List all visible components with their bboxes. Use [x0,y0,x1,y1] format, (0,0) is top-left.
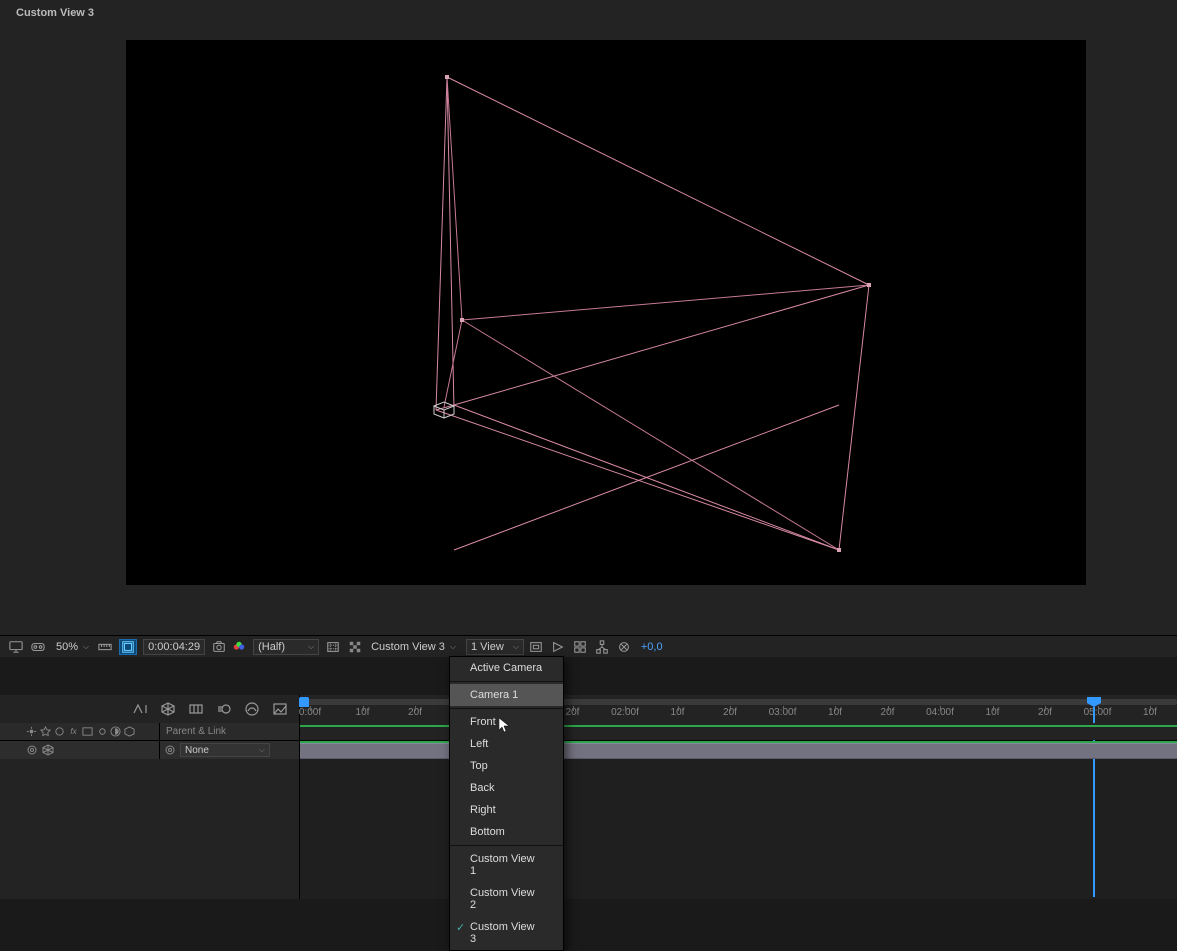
motion-blur-switch-icon[interactable] [96,726,107,737]
timeline-icon[interactable] [572,639,588,655]
parent-dropdown[interactable]: None⌵ [180,743,270,757]
parent-link-header: Parent & Link [160,723,300,740]
exposure-value[interactable]: +0,0 [638,641,666,653]
resolution-dropdown[interactable]: (Half)⌵ [253,639,319,655]
render-queue-icon[interactable] [271,700,289,718]
view-menu-item[interactable]: Left [450,733,563,755]
effects-switch-icon[interactable] [40,726,51,737]
3d-layer-icon[interactable] [42,744,54,756]
graph-editor-icon[interactable] [243,700,261,718]
view-menu-item[interactable]: Top [450,755,563,777]
3d-draft-icon[interactable] [159,700,177,718]
channels-icon[interactable] [231,639,247,655]
view-menu-item[interactable]: Back [450,777,563,799]
flowchart-icon[interactable] [594,639,610,655]
av-switch-icon[interactable] [26,726,37,737]
time-ruler[interactable]: 0:00f10f20f01:00f10f20f02:00f10f20f03:00… [300,695,1177,723]
shy-icon[interactable] [131,700,149,718]
pickwhip-icon[interactable] [26,744,38,756]
3d-view-popup-menu[interactable]: Active Camera Camera 1 FrontLeftTopBackRig… [449,656,564,951]
view-menu-item[interactable]: Front [450,711,563,733]
view-menu-item[interactable]: Right [450,799,563,821]
parent-pickwhip-icon[interactable] [164,744,176,756]
view-menu-item[interactable]: Active Camera [450,657,563,679]
solo-switch-icon[interactable] [54,726,65,737]
switches-header: fx [0,723,160,740]
roi-icon[interactable] [325,639,341,655]
view-menu-item[interactable]: Custom View 1 [450,848,563,882]
transparency-grid-icon[interactable] [347,639,363,655]
layer-row[interactable]: None⌵ [0,741,1177,759]
current-time-display[interactable]: 0:00:04:29 [143,639,205,655]
view-label: Custom View 3 [16,7,94,19]
ruler-icon[interactable] [97,639,113,655]
viewer-footer-bar: 50%⌵ 0:00:04:29 (Half)⌵ Custom View 3⌵ 1… [0,635,1177,657]
safe-zones-toggle[interactable] [119,639,137,655]
view-menu-item[interactable]: Custom View 3 [450,916,563,950]
view-menu-item[interactable]: Bottom [450,821,563,843]
frame-blend-switch-icon[interactable] [82,726,93,737]
fast-previews-icon[interactable] [550,639,566,655]
fx-icon[interactable]: fx [68,726,79,737]
monitor-icon[interactable] [8,639,24,655]
3d-switch-icon[interactable] [124,726,135,737]
snapshot-icon[interactable] [211,639,227,655]
pixel-aspect-icon[interactable] [528,639,544,655]
3d-view-dropdown[interactable]: Custom View 3⌵ [367,639,460,655]
frame-blend-icon[interactable] [187,700,205,718]
timeline-panel: 0:00f10f20f01:00f10f20f02:00f10f20f03:00… [0,695,1177,899]
reset-exposure-icon[interactable] [616,639,632,655]
view-menu-item[interactable]: Camera 1 [450,684,563,706]
vr-icon[interactable] [30,639,46,655]
preview-canvas[interactable] [126,40,1086,585]
view-layout-dropdown[interactable]: 1 View⌵ [466,639,524,655]
adjustment-switch-icon[interactable] [110,726,121,737]
magnification-dropdown[interactable]: 50%⌵ [52,639,93,655]
motion-blur-icon[interactable] [215,700,233,718]
view-menu-item[interactable]: Custom View 2 [450,882,563,916]
